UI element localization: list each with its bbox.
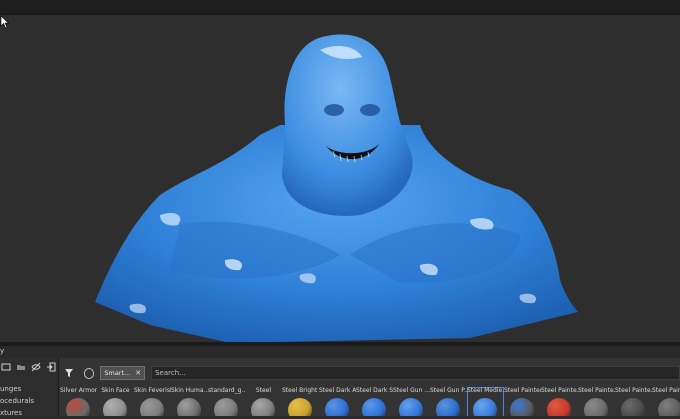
material-label: Steel Bright ... — [282, 387, 319, 394]
category-item[interactable]: ocedurals — [0, 395, 58, 407]
material-preview-sphere — [140, 398, 164, 416]
circle-toggle-icon[interactable] — [83, 367, 95, 379]
shelf-categories-panel: unges ocedurals xtures — [0, 358, 59, 419]
sculpt-model — [95, 34, 578, 342]
material-label: Skin Face — [101, 387, 130, 394]
material-thumbnail[interactable]: Steel Painte... — [615, 387, 652, 416]
material-thumbnail[interactable]: Skin Huma... — [171, 387, 208, 416]
visibility-icon[interactable] — [30, 361, 42, 373]
material-preview-sphere — [325, 398, 349, 416]
material-label: Steel Painted — [504, 387, 541, 394]
shelf-title: y — [0, 347, 5, 355]
material-preview-sphere — [288, 398, 312, 416]
material-thumbnail[interactable]: Steel Bright ... — [282, 387, 319, 416]
filter-tag[interactable]: Smart... ✕ — [100, 366, 146, 380]
material-label: Steel Gun ... — [393, 387, 430, 394]
material-preview-sphere — [658, 398, 680, 416]
material-preview-sphere — [177, 398, 201, 416]
material-preview-sphere — [547, 398, 571, 416]
material-label: Skin Huma... — [171, 387, 208, 394]
filter-icon[interactable] — [62, 366, 76, 380]
material-thumbnail[interactable]: standard_g... — [208, 387, 245, 416]
import-icon[interactable] — [45, 361, 57, 373]
material-thumbnail[interactable]: Silver Armor — [60, 387, 97, 416]
material-preview-sphere — [473, 398, 497, 416]
category-item[interactable]: xtures — [0, 407, 58, 419]
shelf-filter-bar: Smart... ✕ Search... — [59, 365, 680, 381]
shelf-toolbar — [0, 361, 57, 373]
new-folder-icon[interactable] — [0, 361, 12, 373]
shelf-header: y — [0, 346, 680, 358]
material-label: Silver Armor — [60, 387, 97, 394]
material-label: Steel — [255, 387, 272, 394]
shelf-panel: y unges ocedurals xtures Smart... ✕ Sear… — [0, 346, 680, 419]
material-preview-sphere — [584, 398, 608, 416]
material-label: Skin Feverish — [134, 387, 171, 394]
folder-icon[interactable] — [15, 361, 27, 373]
material-preview-sphere — [362, 398, 386, 416]
material-thumbnail[interactable]: Steel Painte... — [541, 387, 578, 416]
material-thumbnail[interactable]: Steel Painte... — [652, 387, 680, 416]
top-toolbar — [0, 0, 680, 15]
material-thumbnail[interactable]: Steel Medie... — [467, 387, 504, 416]
material-label: Steel Dark S... — [356, 387, 393, 394]
material-thumbnail[interactable]: Steel Painte... — [578, 387, 615, 416]
material-label: Steel Gun P... — [430, 387, 467, 394]
material-preview-sphere — [251, 398, 275, 416]
material-thumbnail[interactable]: Skin Feverish — [134, 387, 171, 416]
material-label: Steel Painte... — [578, 387, 615, 394]
material-thumbnail[interactable]: Steel Gun ... — [393, 387, 430, 416]
search-input[interactable]: Search... — [151, 366, 680, 380]
material-label: Steel Painte... — [615, 387, 652, 394]
mouse-cursor-icon — [0, 15, 10, 29]
material-thumbnail[interactable]: Steel Dark S... — [356, 387, 393, 416]
material-thumbnail[interactable]: Steel Dark A... — [319, 387, 356, 416]
material-preview-sphere — [399, 398, 423, 416]
filter-tag-label: Smart... — [104, 369, 131, 377]
material-thumbnail[interactable]: Steel Gun P... — [430, 387, 467, 416]
material-preview-sphere — [214, 398, 238, 416]
material-thumbnail[interactable]: Steel — [245, 387, 282, 416]
material-thumbnail[interactable]: Skin Face — [97, 387, 134, 416]
material-preview-sphere — [510, 398, 534, 416]
category-list: unges ocedurals xtures — [0, 383, 58, 419]
material-preview-sphere — [66, 398, 90, 416]
material-label: standard_g... — [208, 387, 245, 394]
material-preview-sphere — [436, 398, 460, 416]
3d-viewport[interactable] — [0, 15, 680, 342]
material-preview-sphere — [621, 398, 645, 416]
material-label: Steel Painte... — [541, 387, 578, 394]
material-preview-sphere — [103, 398, 127, 416]
material-label: Steel Dark A... — [319, 387, 356, 394]
material-grid: Silver Armor Skin Face Skin Feverish Skin H… — [59, 387, 680, 416]
material-label: Steel Painte... — [652, 387, 680, 394]
material-label: Steel Medie... — [467, 387, 504, 394]
close-icon[interactable]: ✕ — [135, 369, 141, 377]
category-item[interactable]: unges — [0, 383, 58, 395]
material-thumbnail[interactable]: Steel Painted — [504, 387, 541, 416]
